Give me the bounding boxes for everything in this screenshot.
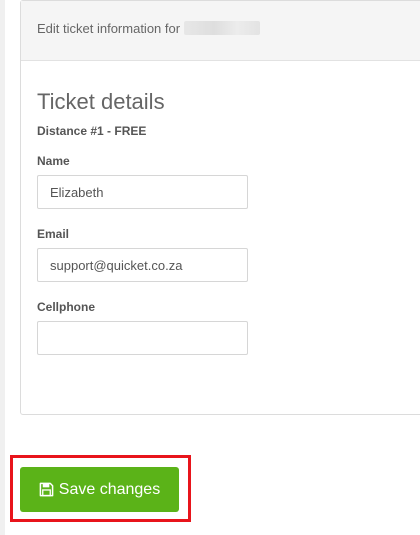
- email-label: Email: [37, 227, 70, 241]
- save-changes-button[interactable]: Save changes: [20, 467, 179, 512]
- save-changes-label: Save changes: [58, 480, 161, 498]
- panel-body: Ticket details Distance #1 - FREE Name E…: [21, 61, 420, 355]
- email-field-group: Email: [37, 226, 420, 282]
- panel-header-text: Edit ticket information for: [37, 21, 181, 36]
- ticket-type-label: Distance #1 - FREE: [37, 124, 147, 138]
- edit-ticket-panel: Edit ticket information for Ticket detai…: [20, 0, 420, 415]
- cellphone-field-group: Cellphone: [37, 299, 420, 355]
- email-input[interactable]: [37, 248, 248, 282]
- redacted-event-name: [184, 21, 261, 35]
- cellphone-label: Cellphone: [37, 300, 96, 314]
- panel-header: Edit ticket information for: [21, 1, 420, 61]
- left-rail: [0, 0, 5, 535]
- cellphone-input[interactable]: [37, 321, 248, 355]
- name-input[interactable]: [37, 175, 248, 209]
- floppy-disk-icon: [39, 482, 54, 497]
- section-title: Ticket details: [37, 89, 165, 114]
- name-label: Name: [37, 154, 70, 168]
- name-field-group: Name: [37, 153, 420, 209]
